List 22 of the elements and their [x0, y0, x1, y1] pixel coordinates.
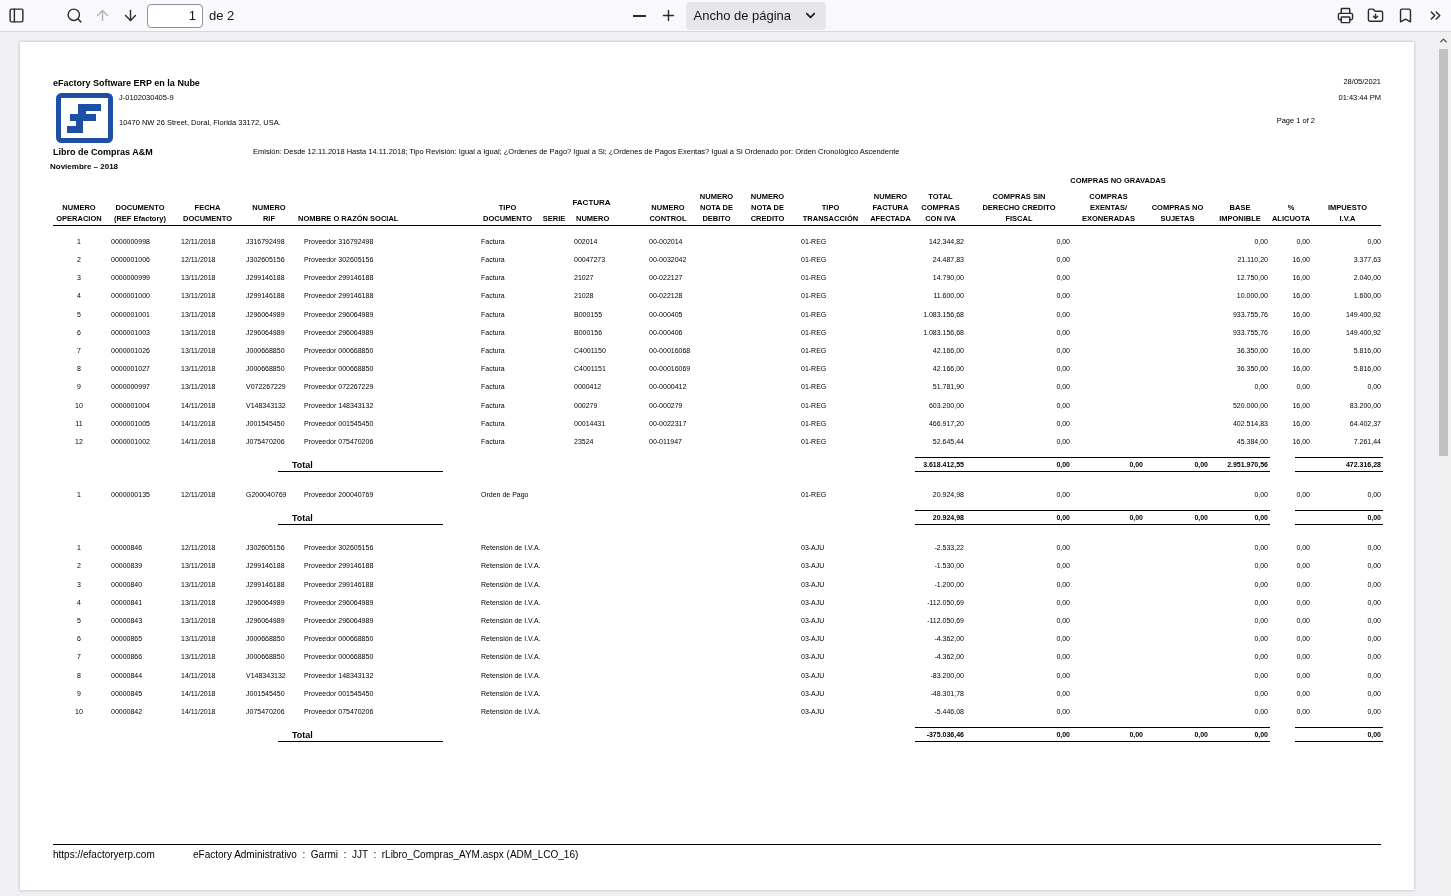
- zoom-select[interactable]: Ancho de página: [685, 1, 826, 30]
- footer-info: eFactory Administrativo : Garmi : JJT : rLibro_Compras_AYM.aspx (ADM_LCO_16): [193, 848, 579, 862]
- column-header: FACTURA: [572, 197, 611, 208]
- scroll-up-icon[interactable]: [1437, 35, 1449, 46]
- footer-url: https://efactoryerp.com: [53, 848, 156, 862]
- total-label: Total: [292, 729, 313, 742]
- plus-icon: [660, 7, 677, 24]
- scrollbar[interactable]: [1435, 32, 1451, 896]
- scrollbar-thumb[interactable]: [1438, 49, 1448, 456]
- page-count-label: de 2: [209, 6, 235, 25]
- minus-icon: [633, 14, 646, 17]
- sidebar-icon: [7, 7, 25, 24]
- search-icon: [65, 7, 83, 24]
- company-name: eFactory Software ERP en la Nube: [53, 77, 201, 89]
- total-label: Total: [292, 512, 313, 525]
- report-title: Libro de Compras A&M: [53, 146, 154, 158]
- report-period: Noviembre – 2018: [50, 161, 120, 172]
- total-label: Total: [292, 459, 313, 472]
- folder-download-icon: [1366, 7, 1384, 24]
- company-logo: [56, 93, 113, 143]
- printer-icon: [1336, 7, 1354, 24]
- page-number-field[interactable]: 1: [147, 3, 203, 28]
